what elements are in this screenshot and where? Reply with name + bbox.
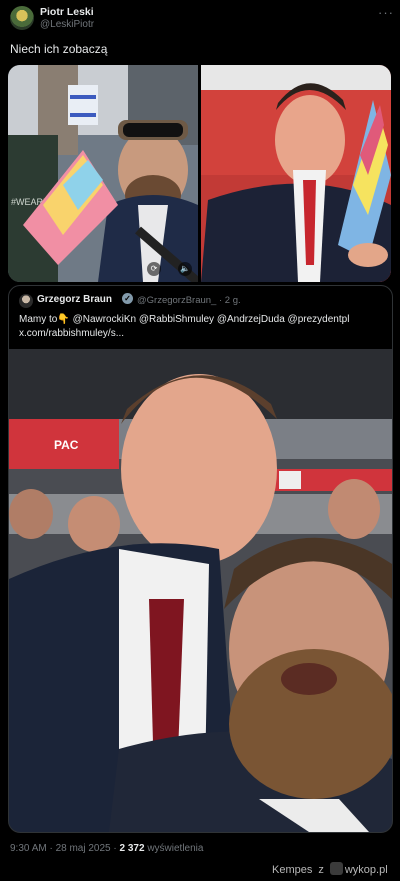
author-name[interactable]: Piotr Leski: [40, 6, 94, 18]
watermark: Kempes z wykop.pl: [272, 862, 388, 876]
view-count: 2 372: [119, 843, 145, 854]
post-meta: 9:30 AM · 28 maj 2025 · 2 372 wyświetlen…: [10, 843, 203, 854]
svg-text:PAC: PAC: [54, 438, 79, 452]
author-avatar[interactable]: [10, 6, 34, 30]
more-horizontal-icon[interactable]: ···: [378, 5, 394, 20]
quoted-post[interactable]: Grzegorz Braun ✓ @GrzegorzBraun_ · 2 g. …: [8, 285, 393, 833]
quoted-author-avatar: [19, 294, 33, 308]
quoted-mentions[interactable]: @NawrockiKn @RabbiShmuley @AndrzejDuda @…: [70, 314, 350, 325]
post-media[interactable]: #WEAREH ⟳ 🔈: [8, 65, 391, 282]
post-timestamp[interactable]: 9:30 AM · 28 maj 2025 ·: [10, 843, 120, 854]
watermark-mid: z: [318, 864, 324, 876]
quoted-photo[interactable]: PAC: [9, 349, 392, 832]
quoted-text: Mamy to👇 @NawrockiKn @RabbiShmuley @Andr…: [19, 313, 384, 341]
media-photo-left: #WEAREH: [8, 65, 201, 282]
verified-badge-icon: ✓: [122, 293, 133, 304]
post-text: Niech ich zobaczą: [10, 42, 108, 56]
pointing-down-emoji: 👇: [57, 314, 70, 325]
views-label: wyświetlenia: [144, 843, 204, 854]
replay-icon[interactable]: ⟳: [147, 262, 161, 276]
watermark-site: wykop.pl: [344, 864, 388, 876]
quoted-author-handle: @GrzegorzBraun_ · 2 g.: [137, 295, 241, 306]
quoted-author-name: Grzegorz Braun: [37, 294, 113, 305]
quoted-link[interactable]: x.com/rabbishmuley/s...: [19, 328, 124, 339]
wykop-logo-icon: [329, 862, 343, 875]
quoted-text-prefix: Mamy to: [19, 314, 58, 325]
volume-icon[interactable]: 🔈: [178, 262, 192, 276]
watermark-user: Kempes: [272, 864, 313, 876]
media-photo-right: [201, 65, 391, 282]
author-handle[interactable]: @LeskiPiotr: [40, 19, 94, 30]
